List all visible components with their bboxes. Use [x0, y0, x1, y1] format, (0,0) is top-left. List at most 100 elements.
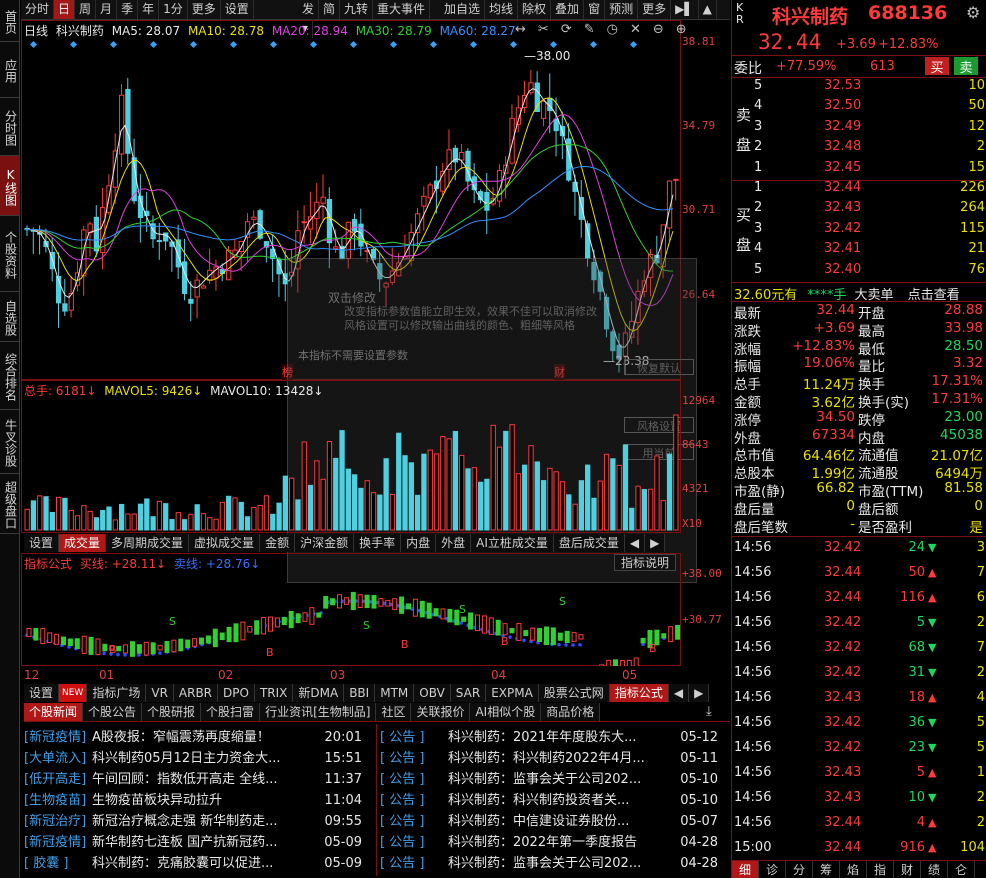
- toolbar-right-4[interactable]: 窗: [584, 0, 606, 19]
- news-tab-1[interactable]: 个股公告: [83, 703, 143, 721]
- formula-tab-2[interactable]: 指标广场: [87, 684, 147, 702]
- news-title[interactable]: 科兴制药：克痛胶囊可以促进...: [92, 852, 314, 871]
- leftnav-0[interactable]: 首页: [0, 0, 20, 42]
- news-item[interactable]: [ 公告 ] 科兴制药：中信建设证券股份... 05-07: [380, 810, 730, 830]
- tab-next-icon[interactable]: ▶: [645, 534, 666, 552]
- right-tab-4[interactable]: 焰: [840, 861, 867, 878]
- tool-3[interactable]: 重大事件: [373, 0, 431, 19]
- book-price[interactable]: 32.49: [824, 119, 861, 134]
- news-title[interactable]: 科兴制药：科兴制药2022年4月...: [448, 747, 670, 766]
- news-item[interactable]: [新冠疫情] 新华制药七连板 国产抗新冠药... 05-09: [24, 831, 374, 851]
- tool-1[interactable]: 简: [319, 0, 341, 19]
- news-item[interactable]: [ 胶囊 ] 科兴制药：克痛胶囊可以促进... 05-09: [24, 852, 374, 872]
- news-item[interactable]: [ 公告 ] 科兴制药：科兴制药2022年4月... 05-11: [380, 747, 730, 767]
- book-price[interactable]: 32.43: [824, 200, 861, 215]
- formula-tab-12[interactable]: EXPMA: [486, 684, 539, 702]
- news-item[interactable]: [低开高走] 午间回顾：指数低开高走 全线... 11:37: [24, 768, 374, 788]
- toolbar-right-3[interactable]: 叠加: [551, 0, 585, 19]
- news-title[interactable]: 科兴制药：监事会关于公司202...: [448, 852, 670, 871]
- news-tab-8[interactable]: 商品价格: [541, 703, 601, 721]
- formula-prev-icon[interactable]: ◀: [668, 684, 690, 702]
- news-tab-3[interactable]: 个股扫雷: [201, 703, 261, 721]
- toolbar-right-0[interactable]: 加自选: [440, 0, 486, 19]
- formula-tab-13[interactable]: 股票公式网: [538, 684, 610, 702]
- right-tab-3[interactable]: 筹: [813, 861, 840, 878]
- event-marker[interactable]: [429, 40, 438, 49]
- period-7[interactable]: 更多: [188, 0, 221, 19]
- news-title[interactable]: 科兴制药：监事会关于公司202...: [448, 768, 670, 787]
- news-title[interactable]: 生物疫苗板块异动拉升: [92, 789, 314, 808]
- leftnav-8[interactable]: 超级盘口: [0, 474, 20, 534]
- right-tab-0[interactable]: 细: [732, 861, 759, 878]
- indicator-chart[interactable]: S B B B B S S S B: [21, 553, 681, 666]
- news-tab-7[interactable]: AI相似个股: [470, 703, 542, 721]
- formula-tab-10[interactable]: OBV: [414, 684, 451, 702]
- news-item[interactable]: [新冠治疗] 新冠治疗概念走强 新华制药走... 09:55: [24, 810, 374, 830]
- news-item[interactable]: [ 公告 ] 科兴制药：2021年年度股东大... 05-12: [380, 726, 730, 746]
- book-price[interactable]: 32.40: [824, 262, 861, 277]
- book-price[interactable]: 32.41: [824, 241, 861, 256]
- right-tab-6[interactable]: 财: [894, 861, 921, 878]
- book-price[interactable]: 32.48: [824, 139, 861, 154]
- formula-tab-0[interactable]: 设置: [24, 684, 60, 702]
- toolbar-right-1[interactable]: 均线: [485, 0, 519, 19]
- leftnav-2[interactable]: 分时图: [0, 98, 20, 156]
- formula-tab-6[interactable]: TRIX: [254, 684, 294, 702]
- event-marker[interactable]: [189, 40, 198, 49]
- formula-tab-1[interactable]: NEW: [59, 684, 88, 702]
- news-tab-2[interactable]: 个股研报: [142, 703, 202, 721]
- toolbar-right-5[interactable]: 预测: [605, 0, 639, 19]
- news-title[interactable]: 科兴制药05月12日主力资金大...: [92, 747, 314, 766]
- event-marker[interactable]: [589, 40, 598, 49]
- book-price[interactable]: 32.44: [824, 180, 861, 195]
- period-1[interactable]: 日: [54, 0, 76, 19]
- news-tab-4[interactable]: 行业资讯[生物制品]: [260, 703, 377, 721]
- event-marker[interactable]: [269, 40, 278, 49]
- mid-tab-0[interactable]: 设置: [24, 534, 60, 552]
- tab-prev-icon[interactable]: ◀: [624, 534, 646, 552]
- mid-tab-1[interactable]: 成交量: [59, 534, 107, 552]
- leftnav-7[interactable]: 牛叉诊股: [0, 410, 20, 474]
- period-5[interactable]: 年: [138, 0, 160, 19]
- news-item[interactable]: [新冠疫情] A股夜报：窄幅震荡再度缩量！ 20:01: [24, 726, 374, 746]
- news-item[interactable]: [ 公告 ] 科兴制药：监事会关于公司202... 05-10: [380, 768, 730, 788]
- formula-tab-7[interactable]: 新DMA: [293, 684, 345, 702]
- event-marker[interactable]: [109, 40, 118, 49]
- mid-tab-4[interactable]: 金额: [260, 534, 296, 552]
- mid-tab-2[interactable]: 多周期成交量: [106, 534, 190, 552]
- volume-chart[interactable]: [21, 380, 681, 533]
- right-tab-8[interactable]: 仑: [948, 861, 975, 878]
- tool-2[interactable]: 九转: [340, 0, 374, 19]
- event-marker[interactable]: [509, 40, 518, 49]
- news-item[interactable]: [ 公告 ] 科兴制药：科兴制药投资者关... 05-10: [380, 789, 730, 809]
- period-8[interactable]: 设置: [221, 0, 254, 19]
- news-item[interactable]: [ 公告 ] 科兴制药：2022年第一季度报告 04-28: [380, 831, 730, 851]
- mid-tab-9[interactable]: AI立桩成交量: [471, 534, 554, 552]
- formula-tab-9[interactable]: MTM: [375, 684, 415, 702]
- restore-default-button[interactable]: 恢复默认: [624, 359, 694, 375]
- news-item[interactable]: [ 公告 ] 科兴制药：监事会关于公司202... 04-28: [380, 852, 730, 872]
- right-tab-5[interactable]: 指: [867, 861, 894, 878]
- leftnav-1[interactable]: 应用: [0, 42, 20, 98]
- book-price[interactable]: 32.42: [824, 221, 861, 236]
- news-title[interactable]: 科兴制药：2021年年度股东大...: [448, 726, 670, 745]
- news-tab-5[interactable]: 社区: [376, 703, 412, 721]
- news-title[interactable]: 午间回顾：指数低开高走 全线...: [92, 768, 314, 787]
- book-price[interactable]: 32.53: [824, 78, 861, 93]
- event-marker[interactable]: [469, 40, 478, 49]
- event-marker[interactable]: [389, 40, 398, 49]
- sell-button[interactable]: 卖: [954, 57, 978, 76]
- tool-0[interactable]: 发: [298, 0, 320, 19]
- news-tab-6[interactable]: 关联报价: [411, 703, 471, 721]
- event-marker[interactable]: [309, 40, 318, 49]
- download-icon[interactable]: ⤓: [706, 704, 712, 719]
- event-marker[interactable]: [629, 40, 638, 49]
- period-3[interactable]: 月: [96, 0, 118, 19]
- mid-tab-8[interactable]: 外盘: [436, 534, 472, 552]
- news-title[interactable]: 新冠治疗概念走强 新华制药走...: [92, 810, 314, 829]
- mid-tab-3[interactable]: 虚拟成交量: [189, 534, 261, 552]
- period-6[interactable]: 1分: [159, 0, 188, 19]
- news-item[interactable]: [大单流入] 科兴制药05月12日主力资金大... 15:51: [24, 747, 374, 767]
- news-item[interactable]: [生物疫苗] 生物疫苗板块异动拉升 11:04: [24, 789, 374, 809]
- leftnav-5[interactable]: 自选股: [0, 292, 20, 342]
